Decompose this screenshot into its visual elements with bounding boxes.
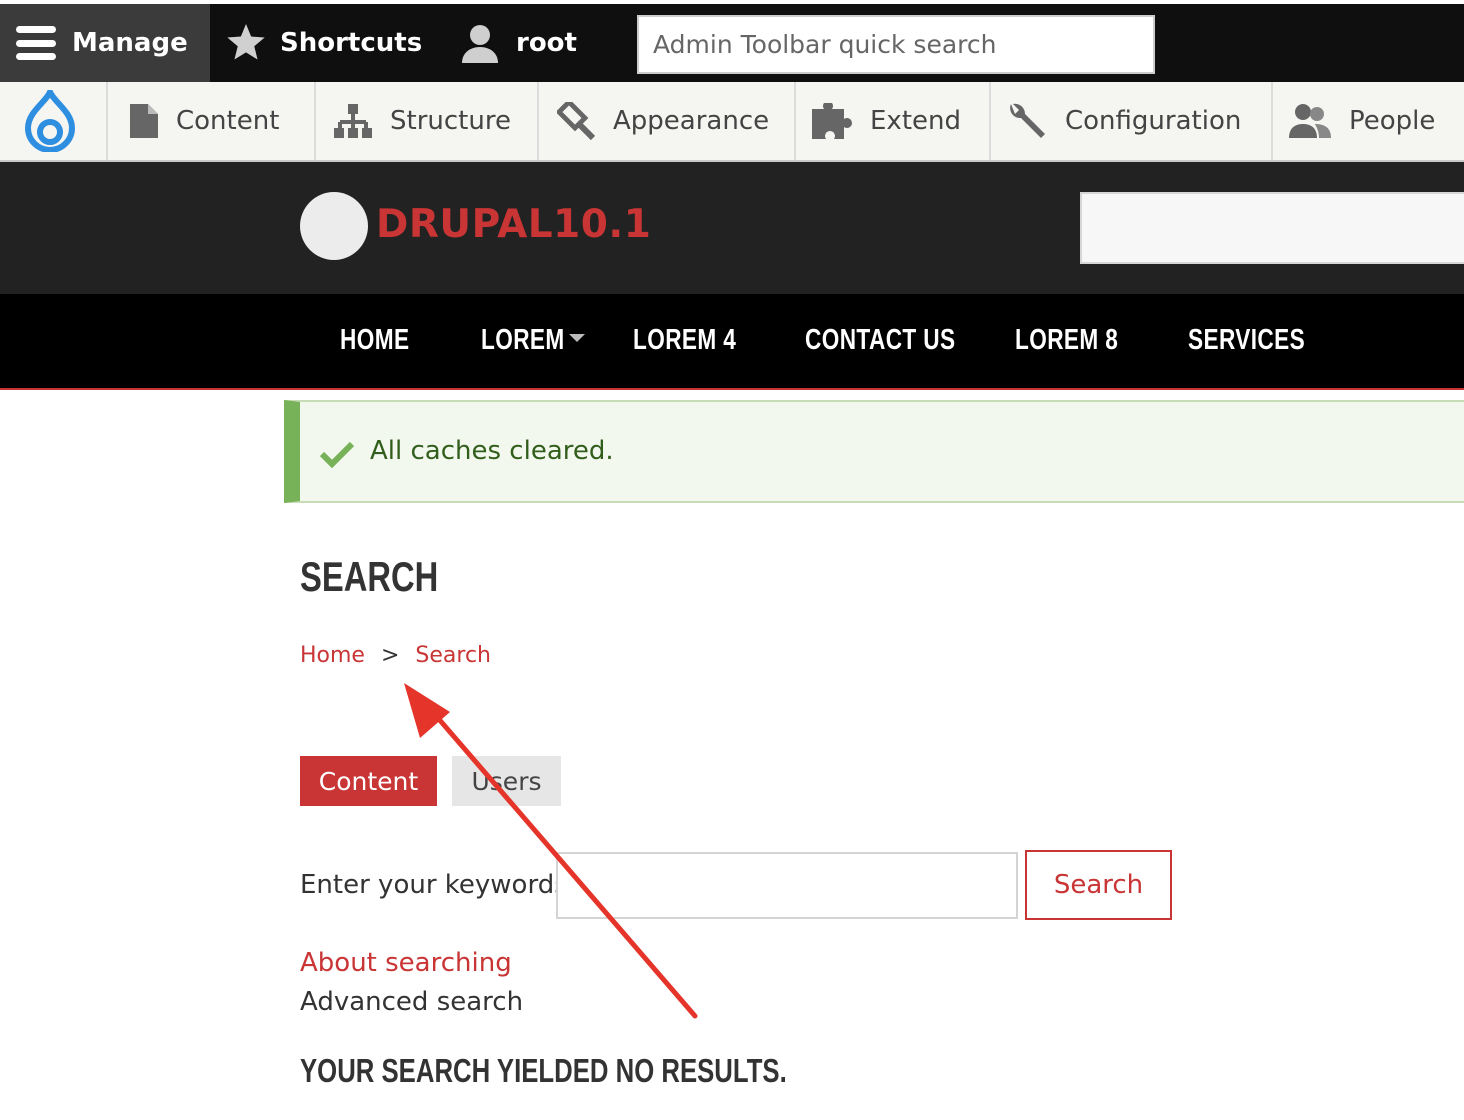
tray-item-label: Configuration [1065,106,1242,136]
paintbrush-icon [557,102,595,140]
star-icon [227,24,265,60]
admin-toolbar: Manage Shortcuts root [0,0,1464,82]
admin-quick-search-input[interactable] [637,15,1155,74]
main-menu: HOME LOREM LOREM 4 CONTACT US LOREM 8 SE… [0,294,1464,390]
keywords-label: Enter your keywords [300,870,568,900]
status-message: All caches cleared. [284,400,1464,503]
keywords-input[interactable] [556,852,1018,919]
tray-item-label: Extend [870,106,961,136]
menu-item-home[interactable]: HOME [340,324,409,357]
drupal-drop-icon [24,90,76,152]
advanced-search-toggle[interactable]: Advanced search [300,987,523,1017]
tray-item-appearance[interactable]: Appearance [539,82,796,160]
wrench-icon [1010,103,1045,138]
breadcrumb-separator: > [380,643,400,668]
tray-item-label: Structure [390,106,511,136]
site-name[interactable]: DRUPAL10.1 [376,202,651,247]
file-icon [130,104,158,138]
tray-item-content[interactable]: Content [108,82,316,160]
hamburger-icon [16,26,56,60]
dropdown-caret-icon[interactable] [569,334,585,342]
checkmark-icon [320,441,354,468]
breadcrumb: Home > Search [300,643,491,668]
user-tab[interactable]: root [460,4,577,82]
shortcuts-label: Shortcuts [280,28,423,58]
menu-item-lorem-4[interactable]: LOREM 4 [633,324,736,357]
tab-users[interactable]: Users [452,756,561,806]
no-results-heading: YOUR SEARCH YIELDED NO RESULTS. [300,1052,787,1089]
admin-tray: Content Structure Appearance Extend Conf… [0,82,1464,162]
sitemap-icon [334,104,372,138]
menu-item-lorem-8[interactable]: LOREM 8 [1015,324,1118,357]
site-logo[interactable] [300,192,368,260]
tray-home-link[interactable] [0,82,108,160]
about-searching-link[interactable]: About searching [300,948,512,978]
tray-item-label: People [1349,106,1436,136]
manage-label: Manage [72,28,188,58]
menu-item-services[interactable]: SERVICES [1188,324,1305,357]
user-icon [462,25,498,63]
site-header: DRUPAL10.1 [0,162,1464,294]
tray-item-label: Appearance [613,106,770,136]
status-message-text: All caches cleared. [370,436,614,466]
menu-item-contact-us[interactable]: CONTACT US [805,324,956,357]
manage-tab[interactable]: Manage [0,4,210,82]
search-button[interactable]: Search [1025,850,1172,920]
puzzle-icon [812,103,852,139]
header-search-box[interactable] [1080,192,1464,264]
tray-item-people[interactable]: People [1273,82,1464,160]
page-title: SEARCH [300,553,439,600]
tray-item-structure[interactable]: Structure [316,82,539,160]
breadcrumb-search-link[interactable]: Search [415,643,491,668]
tray-item-configuration[interactable]: Configuration [991,82,1273,160]
tab-content[interactable]: Content [300,756,437,806]
tray-item-label: Content [176,106,280,136]
tray-item-extend[interactable]: Extend [796,82,991,160]
shortcuts-tab[interactable]: Shortcuts [226,4,422,82]
menu-item-lorem[interactable]: LOREM [481,324,565,357]
breadcrumb-home-link[interactable]: Home [300,643,365,668]
user-label: root [516,28,577,58]
people-icon [1289,104,1331,138]
